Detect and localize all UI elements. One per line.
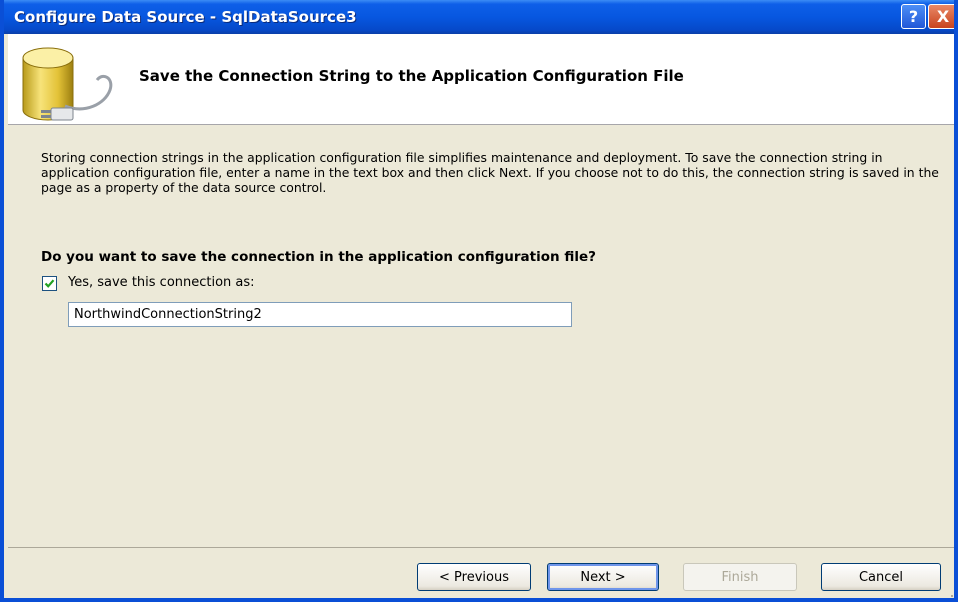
help-icon: ? — [908, 7, 919, 26]
resize-grip-icon[interactable] — [950, 590, 958, 598]
window-title: Configure Data Source - SqlDataSource3 — [14, 8, 357, 26]
cancel-button[interactable]: Cancel — [821, 563, 941, 591]
save-connection-checkbox[interactable] — [42, 276, 57, 291]
finish-button: Finish — [683, 563, 797, 591]
previous-button[interactable]: < Previous — [417, 563, 531, 591]
footer-divider — [8, 547, 954, 548]
page-title: Save the Connection String to the Applic… — [139, 67, 684, 85]
save-connection-label[interactable]: Yes, save this connection as: — [68, 275, 255, 290]
close-icon: X — [936, 7, 950, 26]
connection-name-input[interactable] — [68, 302, 572, 327]
next-button[interactable]: Next > — [547, 563, 659, 591]
close-button[interactable]: X — [928, 4, 954, 29]
dialog-window: Configure Data Source - SqlDataSource3 ?… — [0, 0, 958, 602]
help-button[interactable]: ? — [901, 4, 926, 29]
wizard-header: Save the Connection String to the Applic… — [8, 34, 954, 125]
database-connection-icon — [22, 47, 113, 121]
checkmark-icon — [44, 279, 55, 288]
save-question: Do you want to save the connection in th… — [41, 249, 596, 265]
description-text: Storing connection strings in the applic… — [41, 150, 939, 195]
title-bar[interactable]: Configure Data Source - SqlDataSource3 ?… — [4, 0, 954, 34]
